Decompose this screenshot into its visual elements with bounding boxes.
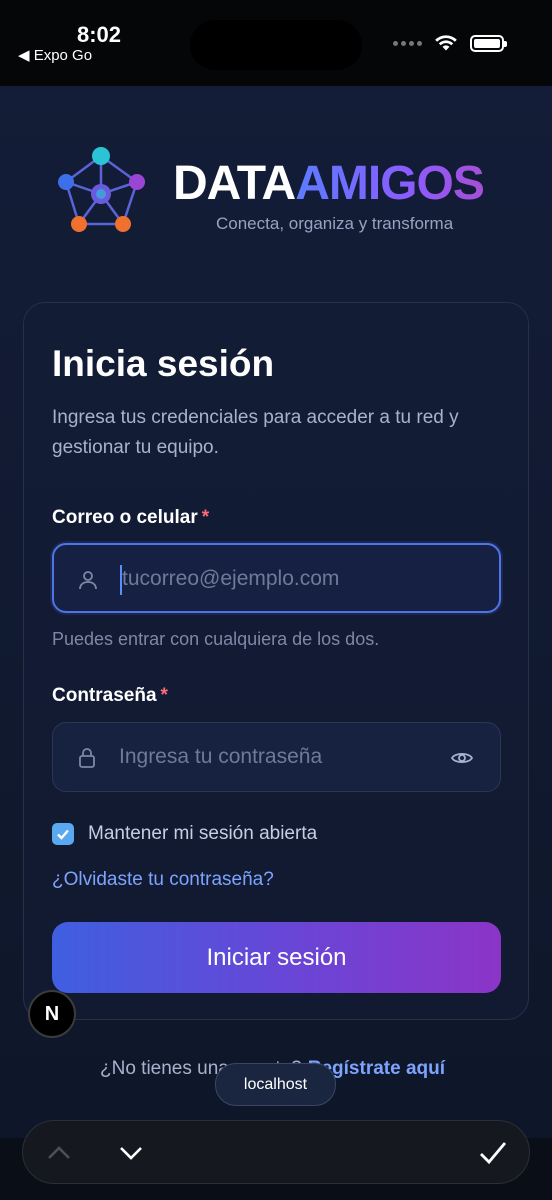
- localhost-pill[interactable]: localhost: [215, 1063, 336, 1106]
- brand-name: DATAAMIGOS: [173, 157, 485, 210]
- email-placeholder: tucorreo@ejemplo.com: [122, 567, 340, 590]
- brand-tagline: Conecta, organiza y transforma: [216, 214, 454, 233]
- brand-name-part2: AMIGOS: [295, 157, 485, 210]
- eye-icon[interactable]: [450, 746, 474, 770]
- lock-icon: [79, 748, 95, 768]
- keyboard-toolbar: [22, 1120, 530, 1184]
- password-placeholder: Ingresa tu contraseña: [119, 745, 323, 768]
- page-subtitle: Ingresa tus credenciales para acceder a …: [52, 407, 459, 458]
- brand-name-part1: DATA: [173, 157, 296, 210]
- check-icon: [57, 829, 69, 840]
- required-marker: *: [160, 685, 168, 706]
- email-field[interactable]: tucorreo@ejemplo.com: [52, 543, 501, 613]
- cellular-signal-icon: [393, 40, 422, 46]
- back-to-expo-go[interactable]: ◀ Expo Go: [18, 46, 92, 64]
- status-icons: [393, 34, 507, 52]
- wifi-icon: [435, 35, 457, 51]
- password-label: Contraseña *: [52, 685, 168, 707]
- email-label: Correo o celular *: [52, 507, 209, 529]
- status-bar: 8:02 ◀ Expo Go: [0, 0, 552, 86]
- email-label-text: Correo o celular: [52, 507, 198, 528]
- remember-label: Mantener mi sesión abierta: [88, 823, 318, 844]
- status-time: 8:02: [77, 22, 122, 47]
- next-dev-badge[interactable]: N: [28, 990, 76, 1038]
- login-card: Inicia sesión Ingresa tus credenciales p…: [23, 302, 529, 1020]
- user-icon: [79, 571, 97, 590]
- forgot-password-link[interactable]: ¿Olvidaste tu contraseña?: [52, 869, 274, 891]
- brand-header: DATAAMIGOS Conecta, organiza y transform…: [55, 142, 515, 242]
- chevron-up-icon[interactable]: [41, 1135, 77, 1171]
- network-logo-icon: [58, 147, 145, 232]
- remember-me[interactable]: Mantener mi sesión abierta: [52, 823, 317, 845]
- page-title: Inicia sesión: [52, 343, 275, 384]
- password-field[interactable]: Ingresa tu contraseña: [52, 722, 501, 792]
- remember-checkbox[interactable]: [52, 823, 74, 845]
- login-button[interactable]: Iniciar sesión: [52, 922, 501, 993]
- required-marker: *: [201, 507, 210, 528]
- done-check-icon[interactable]: [475, 1135, 511, 1171]
- chevron-down-icon[interactable]: [113, 1135, 149, 1171]
- email-helper-text: Puedes entrar con cualquiera de los dos.: [52, 629, 380, 649]
- dynamic-island: [190, 20, 362, 70]
- password-label-text: Contraseña: [52, 685, 157, 706]
- battery-icon: [470, 34, 507, 52]
